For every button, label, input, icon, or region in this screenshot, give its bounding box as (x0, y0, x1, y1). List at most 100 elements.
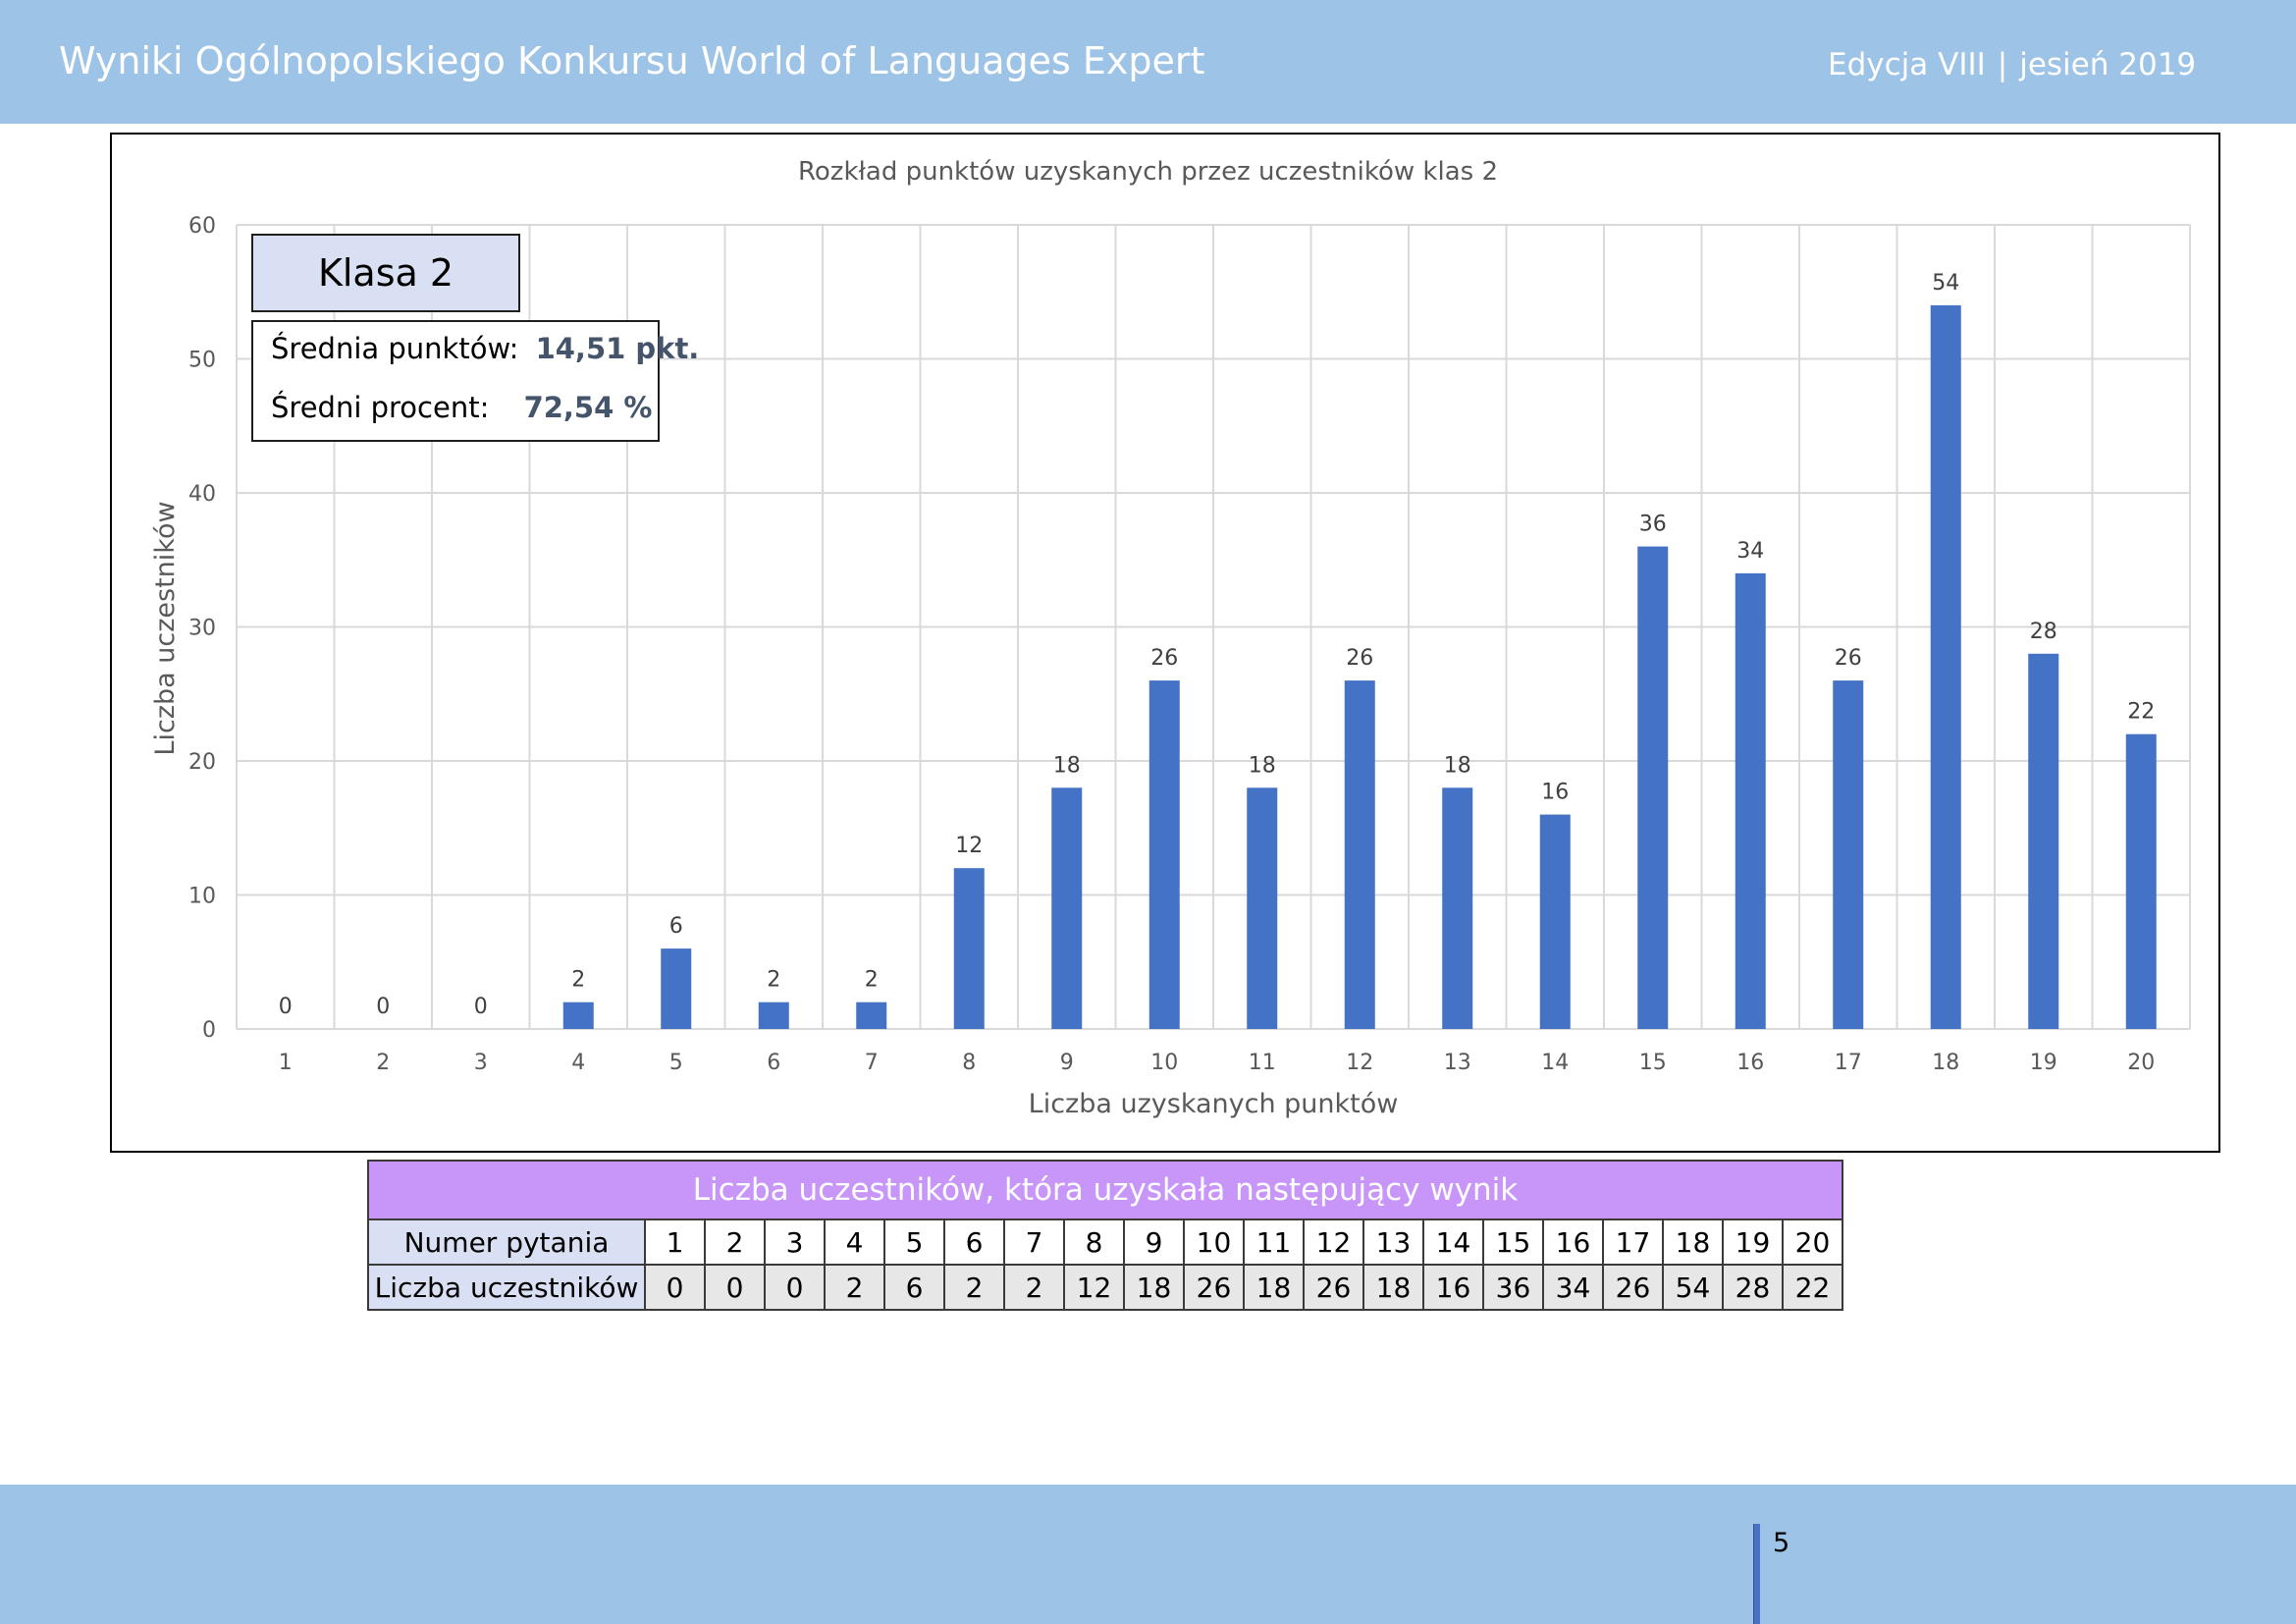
avg-percent-row: Średni procent: 72,54 % (271, 391, 652, 424)
stats-box: Średnia punktów: 14,51 pkt. Średni proce… (251, 320, 699, 442)
table-cell-count: 18 (1243, 1264, 1305, 1311)
table-cell-number: 9 (1123, 1218, 1185, 1266)
y-tick-label: 60 (188, 214, 216, 239)
table-cell-number: 3 (764, 1218, 826, 1266)
x-tick-label: 6 (767, 1051, 780, 1075)
class-label: Klasa 2 (251, 234, 520, 312)
table-cell-count: 2 (1003, 1264, 1065, 1311)
y-tick-label: 30 (188, 617, 216, 641)
table-cell-count: 28 (1722, 1264, 1784, 1311)
x-tick-label: 4 (571, 1051, 585, 1075)
table-cell-count: 12 (1063, 1264, 1125, 1311)
table-cell-number: 18 (1662, 1218, 1724, 1266)
bar (2028, 653, 2059, 1029)
bar (953, 868, 985, 1029)
table-cell-count: 26 (1303, 1264, 1364, 1311)
y-axis-title: Liczba uczestników (150, 501, 181, 755)
table-cell-number: 12 (1303, 1218, 1364, 1266)
bar (1833, 680, 1864, 1029)
table-cell-count: 2 (943, 1264, 1005, 1311)
bar (562, 1001, 594, 1029)
data-label: 36 (1639, 513, 1667, 537)
data-label: 0 (376, 995, 390, 1019)
y-tick-label: 40 (188, 482, 216, 507)
table-cell-number: 11 (1243, 1218, 1305, 1266)
table-cell-number: 16 (1542, 1218, 1604, 1266)
data-label: 0 (279, 995, 293, 1019)
table-cell-number: 13 (1362, 1218, 1424, 1266)
x-tick-label: 17 (1835, 1051, 1862, 1075)
table-title: Liczba uczestników, która uzyskała nastę… (367, 1160, 1843, 1220)
bar (661, 948, 692, 1029)
table-cell-count: 6 (883, 1264, 945, 1311)
x-tick-label: 2 (376, 1051, 390, 1075)
row-label-numbers: Numer pytania (367, 1218, 646, 1266)
x-tick-label: 8 (962, 1051, 976, 1075)
data-label: 22 (2127, 700, 2155, 725)
table-cell-number: 5 (883, 1218, 945, 1266)
bar (1735, 572, 1766, 1029)
data-label: 18 (1444, 753, 1471, 778)
avg-points-label: Średnia punktów: (271, 332, 519, 365)
row-label-counts: Liczba uczestników (367, 1264, 646, 1311)
bar (1247, 787, 1278, 1029)
table-cell-count: 36 (1482, 1264, 1544, 1311)
page-number: 5 (1773, 1528, 1790, 1558)
table-row-numbers: Numer pytania 1 2 3 4 5 6 7 8 9 10 11 12 13 14 15 16 17 1… (367, 1218, 1843, 1266)
x-tick-label: 16 (1736, 1051, 1764, 1075)
y-tick-label: 50 (188, 349, 216, 373)
table-cell-count: 54 (1662, 1264, 1724, 1311)
table-cell-number: 2 (704, 1218, 766, 1266)
x-tick-label: 9 (1060, 1051, 1074, 1075)
table-cell-number: 8 (1063, 1218, 1125, 1266)
y-tick-label: 10 (188, 885, 216, 909)
data-label: 2 (571, 968, 585, 993)
y-tick-label: 0 (202, 1018, 216, 1043)
table-cell-number: 7 (1003, 1218, 1065, 1266)
chart-title: Rozkład punktów uzyskanych przez uczestn… (798, 157, 1498, 187)
table-cell-number: 6 (943, 1218, 1005, 1266)
x-tick-label: 3 (474, 1051, 488, 1075)
avg-percent-label: Średni procent: (271, 391, 490, 424)
data-label: 54 (1932, 271, 1959, 296)
bar (758, 1001, 789, 1029)
table-cell-count: 18 (1123, 1264, 1185, 1311)
page-footer (0, 1485, 2296, 1624)
x-tick-label: 19 (2030, 1051, 2057, 1075)
x-tick-label: 18 (1932, 1051, 1959, 1075)
data-label: 0 (474, 995, 488, 1019)
bar (1442, 787, 1473, 1029)
bar (1637, 546, 1669, 1029)
y-tick-label: 20 (188, 750, 216, 775)
table-cell-number: 20 (1782, 1218, 1843, 1266)
table-cell-count: 26 (1602, 1264, 1664, 1311)
bar (2125, 733, 2157, 1029)
table-cell-count: 2 (824, 1264, 885, 1311)
data-label: 34 (1736, 539, 1764, 564)
bar (856, 1001, 887, 1029)
bar (1344, 680, 1375, 1029)
x-axis-title: Liczba uzyskanych punktów (1029, 1089, 1399, 1119)
x-tick-label: 5 (669, 1051, 683, 1075)
data-label: 2 (865, 968, 879, 993)
table-cell-count: 18 (1362, 1264, 1424, 1311)
data-label: 28 (2030, 620, 2057, 644)
results-table: Liczba uczestników, która uzyskała nastę… (367, 1160, 1843, 1311)
bar (1051, 787, 1083, 1029)
table-cell-number: 14 (1422, 1218, 1484, 1266)
footer-accent-bar (1753, 1524, 1760, 1624)
table-cell-number: 4 (824, 1218, 885, 1266)
bar (1930, 304, 1961, 1029)
data-label: 26 (1835, 646, 1862, 671)
x-tick-label: 10 (1150, 1051, 1178, 1075)
avg-percent-value: 72,54 % (523, 391, 653, 424)
table-cell-count: 22 (1782, 1264, 1843, 1311)
data-label: 6 (669, 914, 683, 939)
avg-points-value: 14,51 pkt. (535, 332, 700, 365)
data-label: 26 (1150, 646, 1178, 671)
data-label: 18 (1249, 753, 1276, 778)
table-cell-count: 26 (1183, 1264, 1245, 1311)
table-row-counts: Liczba uczestników 0 0 0 2 6 2 2 12 18 26 18 26 18 16… (367, 1264, 1843, 1311)
x-tick-label: 20 (2127, 1051, 2155, 1075)
x-tick-label: 15 (1639, 1051, 1667, 1075)
